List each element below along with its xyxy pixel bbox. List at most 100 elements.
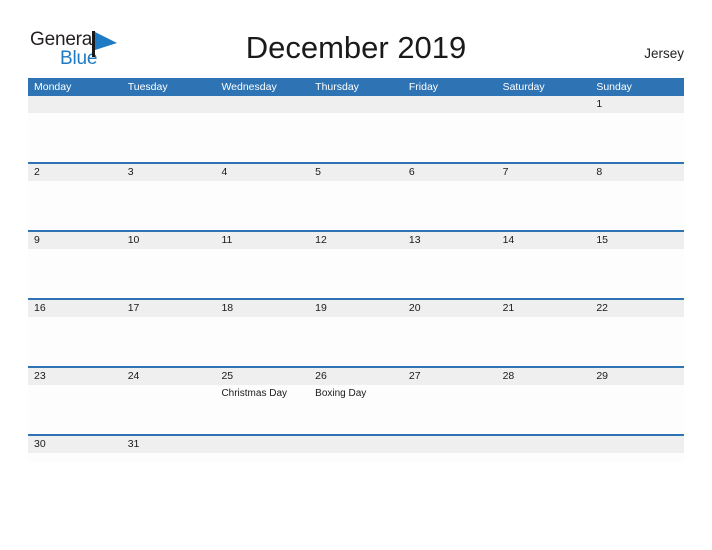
day-number: 2: [34, 166, 40, 178]
day-number: [315, 436, 403, 453]
day-cell[interactable]: 24: [122, 368, 216, 434]
day-cell[interactable]: [497, 436, 591, 462]
day-number: [221, 96, 309, 113]
day-cell[interactable]: 16: [28, 300, 122, 366]
week-row: 9 10 11 12 13 14 15: [28, 231, 684, 299]
weekday-header-row: Monday Tuesday Wednesday Thursday Friday…: [28, 78, 684, 96]
day-number: 20: [408, 302, 421, 314]
day-number: 19: [315, 302, 327, 314]
day-cell[interactable]: [28, 96, 122, 162]
day-number: 15: [596, 234, 608, 246]
day-cell[interactable]: 10: [122, 232, 216, 298]
weekday-header-tuesday: Tuesday: [127, 81, 168, 93]
day-cell[interactable]: [309, 436, 403, 462]
day-cell[interactable]: [309, 96, 403, 162]
day-number: 31: [127, 438, 140, 450]
day-cell[interactable]: 17: [122, 300, 216, 366]
day-cell[interactable]: 30: [28, 436, 122, 462]
week-row: 23 24 25 Christmas Day 26 Boxing Day 27 28…: [28, 367, 684, 435]
day-cell[interactable]: 29: [590, 368, 684, 434]
day-number: 16: [34, 302, 46, 314]
day-cell[interactable]: 6: [403, 164, 497, 230]
day-number: 28: [502, 370, 515, 382]
weekday-header-saturday: Saturday: [502, 81, 545, 93]
page-header: General Blue December 2019 Jersey: [0, 0, 712, 78]
day-number: 4: [221, 166, 228, 178]
day-cell[interactable]: 21: [497, 300, 591, 366]
day-number: 14: [502, 234, 515, 246]
day-number: [221, 436, 309, 453]
day-cell[interactable]: 15: [590, 232, 684, 298]
day-number: 17: [127, 302, 140, 314]
day-cell[interactable]: 31: [122, 436, 216, 462]
day-cell[interactable]: 18: [215, 300, 309, 366]
day-cell[interactable]: 4: [215, 164, 309, 230]
day-cell[interactable]: 1: [590, 96, 684, 162]
week-row: 1: [28, 96, 684, 163]
week-row: 16 17 18 19 20 21 22: [28, 299, 684, 367]
day-cell[interactable]: 12: [309, 232, 403, 298]
day-number: [409, 96, 497, 113]
day-cell[interactable]: 19: [309, 300, 403, 366]
day-cell[interactable]: [590, 436, 684, 462]
weekday-header-friday: Friday: [408, 81, 439, 93]
day-number: 23: [34, 370, 46, 382]
day-number: [503, 96, 591, 113]
day-cell[interactable]: 5: [309, 164, 403, 230]
day-number: 25: [221, 370, 234, 382]
day-number: [315, 96, 403, 113]
day-number: 26: [315, 370, 327, 382]
day-cell[interactable]: 14: [497, 232, 591, 298]
day-number: 13: [408, 234, 421, 246]
day-cell[interactable]: 20: [403, 300, 497, 366]
weekday-header-sunday: Sunday: [596, 81, 632, 93]
day-cell[interactable]: 25 Christmas Day: [215, 368, 309, 434]
day-number: [128, 96, 216, 113]
day-number: 11: [221, 234, 233, 246]
day-number: [34, 96, 122, 113]
day-number: 10: [127, 234, 140, 246]
day-number: 12: [315, 234, 327, 246]
day-cell[interactable]: 8: [590, 164, 684, 230]
day-number: 6: [408, 166, 415, 178]
day-cell[interactable]: [215, 96, 309, 162]
day-cell[interactable]: [403, 436, 497, 462]
day-number: 9: [34, 234, 40, 246]
day-number: 21: [502, 302, 515, 314]
day-cell[interactable]: 7: [497, 164, 591, 230]
day-cell[interactable]: [497, 96, 591, 162]
weekday-header-thursday: Thursday: [315, 81, 359, 93]
week-row: 2 3 4 5 6 7 8: [28, 163, 684, 231]
day-number: 27: [408, 370, 421, 382]
calendar-grid: Monday Tuesday Wednesday Thursday Friday…: [28, 78, 684, 462]
day-cell[interactable]: 27: [403, 368, 497, 434]
weekday-header-wednesday: Wednesday: [221, 81, 277, 93]
day-cell[interactable]: [215, 436, 309, 462]
day-cell[interactable]: 23: [28, 368, 122, 434]
region-label: Jersey: [644, 46, 684, 61]
day-number: 18: [221, 302, 234, 314]
day-cell[interactable]: 26 Boxing Day: [309, 368, 403, 434]
day-number: [596, 436, 684, 453]
day-number: 3: [127, 166, 134, 178]
day-number: [503, 436, 591, 453]
day-number: 29: [596, 370, 608, 382]
day-cell[interactable]: [403, 96, 497, 162]
day-cell[interactable]: [122, 96, 216, 162]
day-number: 5: [315, 166, 321, 178]
day-cell[interactable]: 28: [497, 368, 591, 434]
day-number: 8: [596, 166, 603, 178]
day-cell[interactable]: 11: [215, 232, 309, 298]
day-number: 22: [596, 302, 608, 314]
week-row: 30 31: [28, 435, 684, 462]
day-cell[interactable]: 9: [28, 232, 122, 298]
day-number: 30: [34, 438, 46, 450]
page-title: December 2019: [245, 30, 467, 65]
day-cell[interactable]: 3: [122, 164, 216, 230]
day-cell[interactable]: 2: [28, 164, 122, 230]
day-cell[interactable]: 22: [590, 300, 684, 366]
weekday-header-monday: Monday: [34, 81, 72, 93]
day-number: 24: [127, 370, 140, 382]
day-cell[interactable]: 13: [403, 232, 497, 298]
day-number: 7: [502, 166, 509, 178]
